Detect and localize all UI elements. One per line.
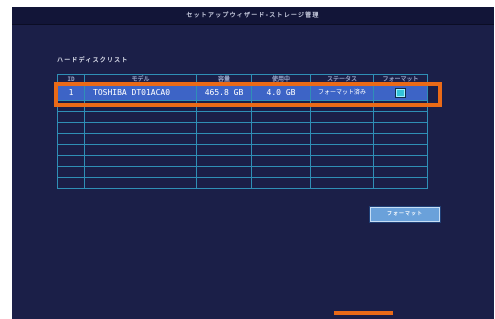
table-row-empty[interactable] [57, 144, 428, 156]
table-row-empty[interactable] [57, 111, 428, 123]
table-cell-empty [373, 122, 428, 134]
table-row-empty[interactable] [57, 133, 428, 145]
checkbox-icon[interactable] [395, 87, 406, 98]
header-capacity: 容量 [196, 74, 252, 85]
header-format: フォーマット [373, 74, 428, 85]
table-cell-empty [196, 100, 252, 112]
window-title: セットアップウィザード-ストレージ管理 [12, 7, 494, 25]
table-cell-empty [84, 166, 197, 178]
table-cell-empty [251, 133, 311, 145]
table-cell-empty [373, 133, 428, 145]
cell-id: 1 [57, 84, 85, 101]
table-cell-empty [84, 155, 197, 167]
table-cell-empty [196, 155, 252, 167]
table-header-row: ID モデル 容量 使用中 ステータス フォーマット [57, 74, 428, 85]
table-cell-empty [251, 155, 311, 167]
table-cell-empty [373, 144, 428, 156]
table-row-empty[interactable] [57, 155, 428, 167]
table-cell-empty [84, 177, 197, 189]
table-cell-empty [196, 166, 252, 178]
bottom-highlight-marker [334, 311, 393, 315]
table-row-empty[interactable] [57, 100, 428, 112]
table-cell-empty [251, 100, 311, 112]
header-used: 使用中 [251, 74, 311, 85]
table-cell-empty [251, 166, 311, 178]
table-cell-empty [373, 100, 428, 112]
table-cell-empty [57, 166, 85, 178]
cell-used: 4.0 GB [251, 84, 311, 101]
table-cell-empty [57, 133, 85, 145]
table-cell-empty [196, 122, 252, 134]
table-row-selected[interactable]: 1 TOSHIBA DT01ACA0 465.8 GB 4.0 GB フォーマッ… [57, 84, 428, 101]
table-cell-empty [310, 111, 374, 123]
format-button[interactable]: フォーマット [370, 207, 440, 222]
table-cell-empty [251, 177, 311, 189]
table-cell-empty [84, 133, 197, 145]
table-cell-empty [310, 133, 374, 145]
cell-model: TOSHIBA DT01ACA0 [84, 84, 197, 101]
table-cell-empty [84, 144, 197, 156]
table-cell-empty [310, 166, 374, 178]
table-cell-empty [84, 111, 197, 123]
table-cell-empty [310, 122, 374, 134]
table-row-empty[interactable] [57, 122, 428, 134]
table-cell-empty [310, 155, 374, 167]
table-row-empty[interactable] [57, 177, 428, 189]
table-cell-empty [310, 100, 374, 112]
table-cell-empty [251, 144, 311, 156]
table-cell-empty [196, 177, 252, 189]
table-cell-empty [57, 122, 85, 134]
header-id: ID [57, 74, 85, 85]
table-cell-empty [57, 177, 85, 189]
table-cell-empty [196, 133, 252, 145]
table-cell-empty [57, 100, 85, 112]
table-cell-empty [196, 111, 252, 123]
table-row-empty[interactable] [57, 166, 428, 178]
table-cell-empty [57, 155, 85, 167]
cell-capacity: 465.8 GB [196, 84, 252, 101]
hdd-list-label: ハードディスクリスト [57, 57, 129, 64]
table-cell-empty [251, 111, 311, 123]
header-status: ステータス [310, 74, 374, 85]
table-cell-empty [373, 177, 428, 189]
table-cell-empty [84, 122, 197, 134]
table-cell-empty [310, 144, 374, 156]
table-cell-empty [57, 144, 85, 156]
header-model: モデル [84, 74, 197, 85]
table-cell-empty [84, 100, 197, 112]
table-cell-empty [373, 166, 428, 178]
table-cell-empty [310, 177, 374, 189]
hdd-table: ID モデル 容量 使用中 ステータス フォーマット 1 TOSHIBA DT0… [57, 74, 428, 189]
storage-management-screen: セットアップウィザード-ストレージ管理 ハードディスクリスト ID モデル 容量… [12, 7, 494, 319]
table-cell-empty [251, 122, 311, 134]
cell-status: フォーマット済み [310, 84, 374, 101]
table-cell-empty [196, 144, 252, 156]
table-cell-empty [57, 111, 85, 123]
cell-format [373, 84, 428, 101]
table-cell-empty [373, 155, 428, 167]
table-cell-empty [373, 111, 428, 123]
